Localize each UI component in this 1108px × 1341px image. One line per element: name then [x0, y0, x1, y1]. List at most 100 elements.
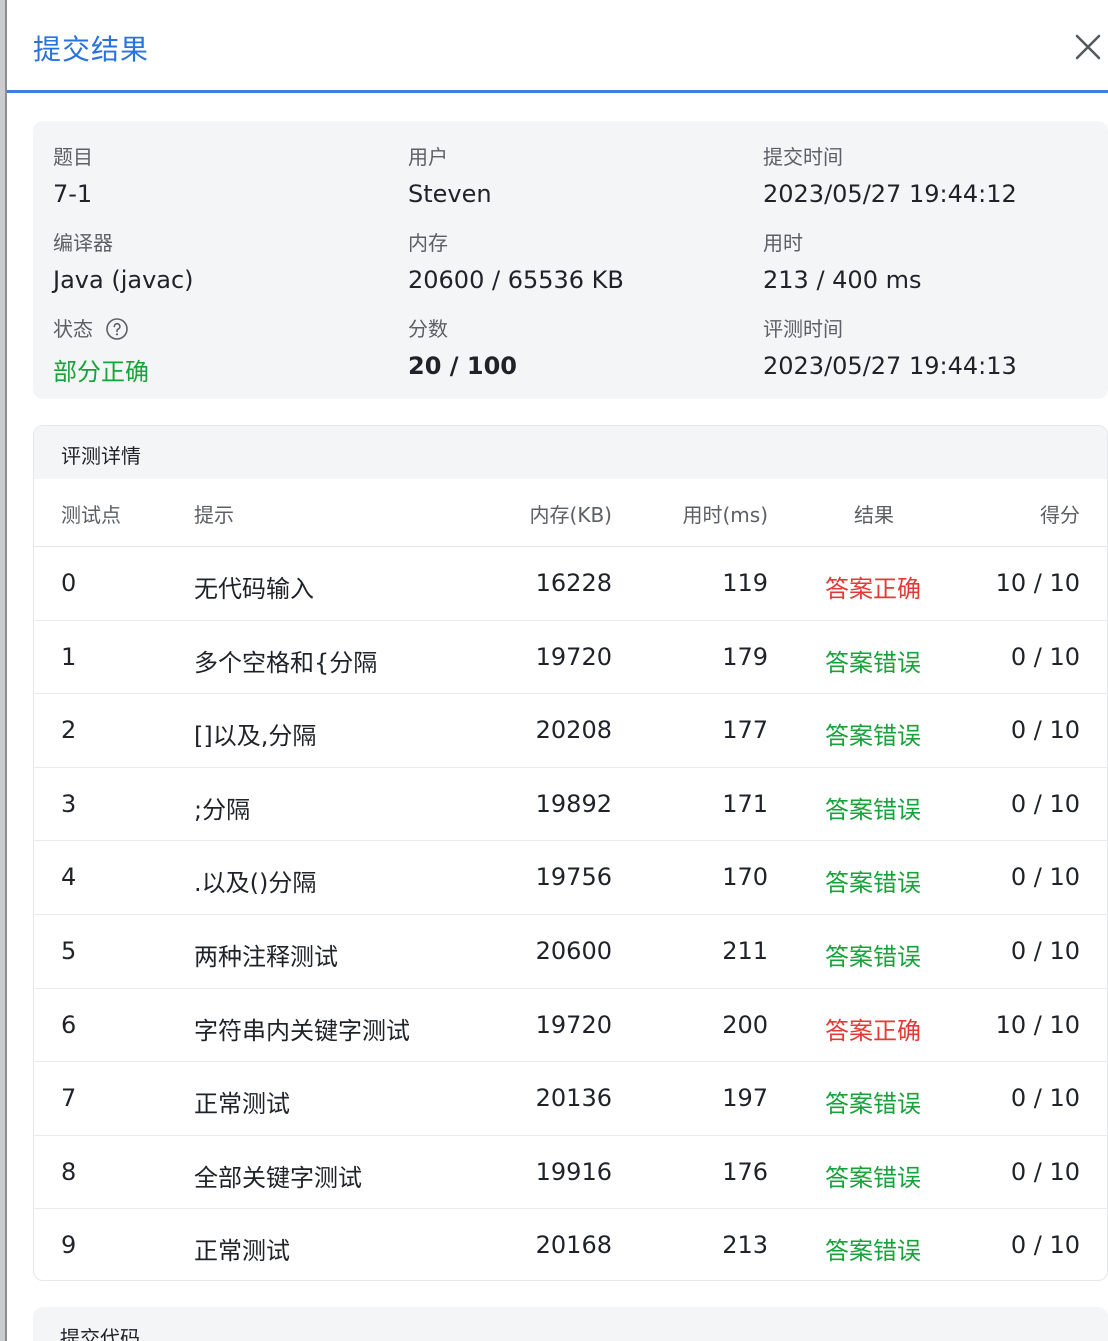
testcase-index: 4	[61, 863, 77, 892]
score-field: 分数 20 / 100	[408, 313, 517, 380]
status-label: 状态	[53, 317, 93, 341]
testcase-time: 119	[722, 569, 768, 597]
judge-time-field: 评测时间 2023/05/27 19:44:13	[763, 313, 1017, 380]
testcase-index: 9	[61, 1231, 77, 1260]
status-label-row: 状态	[53, 313, 149, 342]
status-field: 状态 部分正确	[53, 313, 149, 387]
testcase-score: 10 / 10	[995, 1010, 1080, 1039]
testcase-result: 答案错误	[825, 648, 921, 677]
judge-details-panel: 评测详情 测试点 提示 内存(KB) 用时(ms) 结果 得分 0 无代码输入 16…	[33, 425, 1108, 1281]
testcase-hint: .以及()分隔	[194, 869, 317, 898]
testcase-score: 0 / 10	[1010, 789, 1080, 818]
testcase-index: 2	[61, 716, 77, 745]
user-label: 用户	[408, 145, 448, 169]
testcase-time: 179	[722, 642, 768, 671]
testcase-time: 211	[722, 936, 768, 965]
testcase-time: 200	[722, 1010, 768, 1039]
memory-label: 内存	[408, 231, 448, 255]
submit-time-field: 提交时间 2023/05/27 19:44:12	[763, 141, 1017, 208]
testcase-result: 答案错误	[825, 942, 921, 971]
col-header-score: 得分	[1040, 503, 1080, 527]
background-overlay	[0, 0, 5, 1341]
submission-result-dialog: 提交结果 题目 7-1 用户 Steven 提交时间 2023/05/27 19…	[7, 0, 1108, 1341]
judge-time-value: 2023/05/27 19:44:13	[763, 352, 1017, 380]
table-row: 6 字符串内关键字测试 19720 200 答案正确 10 / 10	[34, 989, 1107, 1063]
memory-field: 内存 20600 / 65536 KB	[408, 227, 624, 294]
testcase-memory: 19756	[535, 863, 612, 892]
testcase-score: 0 / 10	[1010, 863, 1080, 892]
table-row: 3 ;分隔 19892 171 答案错误 0 / 10	[34, 768, 1107, 842]
score-value: 20 / 100	[408, 352, 517, 380]
col-header-memory: 内存(KB)	[529, 503, 612, 527]
dialog-header: 提交结果	[7, 0, 1108, 93]
testcase-score: 0 / 10	[1010, 1231, 1080, 1260]
dialog-title: 提交结果	[33, 33, 150, 66]
testcase-time: 170	[722, 863, 768, 892]
table-row: 0 无代码输入 16228 119 答案正确 10 / 10	[34, 547, 1107, 621]
testcase-result: 答案错误	[825, 722, 921, 751]
testcase-hint: ;分隔	[194, 795, 251, 824]
table-body: 0 无代码输入 16228 119 答案正确 10 / 10 1 多个空格和{分隔 19720 1…	[34, 547, 1107, 1280]
testcase-index: 0	[61, 569, 77, 597]
help-circle-icon[interactable]	[105, 317, 129, 341]
testcase-index: 7	[61, 1084, 77, 1113]
submitted-code-title: 提交代码	[60, 1326, 140, 1341]
testcase-hint: 正常测试	[194, 1090, 290, 1119]
testcase-score: 10 / 10	[995, 569, 1080, 597]
table-row: 7 正常测试 20136 197 答案错误 0 / 10	[34, 1062, 1107, 1136]
memory-value: 20600 / 65536 KB	[408, 266, 624, 294]
testcase-hint: 两种注释测试	[194, 942, 338, 971]
testcase-score: 0 / 10	[1010, 936, 1080, 965]
problem-label: 题目	[53, 145, 93, 169]
time-value: 213 / 400 ms	[763, 266, 922, 294]
time-field: 用时 213 / 400 ms	[763, 227, 921, 294]
table-header: 测试点 提示 内存(KB) 用时(ms) 结果 得分	[34, 479, 1107, 547]
testcase-result: 答案错误	[825, 795, 921, 824]
testcase-memory: 19720	[535, 1010, 612, 1039]
close-icon	[1075, 34, 1101, 60]
testcase-memory: 19892	[535, 789, 612, 818]
col-header-testcase: 测试点	[61, 503, 121, 527]
testcase-index: 3	[61, 789, 77, 818]
submit-time-label: 提交时间	[763, 145, 843, 169]
testcase-memory: 20600	[535, 936, 612, 965]
judge-time-label: 评测时间	[763, 317, 843, 341]
testcase-score: 0 / 10	[1010, 716, 1080, 745]
status-value: 部分正确	[53, 358, 149, 386]
submission-summary: 题目 7-1 用户 Steven 提交时间 2023/05/27 19:44:1…	[33, 121, 1108, 399]
testcase-result: 答案正确	[825, 1016, 921, 1045]
testcase-hint: 无代码输入	[194, 575, 314, 603]
table-row: 9 正常测试 20168 213 答案错误 0 / 10	[34, 1209, 1107, 1280]
close-button[interactable]	[1067, 28, 1107, 64]
testcase-result: 答案错误	[825, 1163, 921, 1192]
testcase-time: 176	[722, 1157, 768, 1186]
testcase-result: 答案错误	[825, 1090, 921, 1119]
compiler-value: Java (javac)	[53, 266, 194, 294]
table-row: 2 []以及,分隔 20208 177 答案错误 0 / 10	[34, 694, 1107, 768]
table-row: 4 .以及()分隔 19756 170 答案错误 0 / 10	[34, 841, 1107, 915]
submit-time-value: 2023/05/27 19:44:12	[763, 180, 1017, 208]
table-row: 1 多个空格和{分隔 19720 179 答案错误 0 / 10	[34, 621, 1107, 695]
score-label: 分数	[408, 317, 448, 341]
problem-value: 7-1	[53, 180, 93, 208]
testcase-time: 197	[722, 1084, 768, 1113]
col-header-time: 用时(ms)	[682, 503, 768, 527]
testcase-time: 177	[722, 716, 768, 745]
testcase-index: 8	[61, 1157, 77, 1186]
testcase-result: 答案错误	[825, 1237, 921, 1266]
time-label: 用时	[763, 231, 803, 255]
user-value: Steven	[408, 180, 492, 208]
testcase-hint: []以及,分隔	[194, 722, 317, 751]
testcase-result: 答案正确	[825, 575, 921, 603]
testcase-memory: 16228	[535, 569, 612, 597]
testcase-hint: 全部关键字测试	[194, 1163, 362, 1192]
testcase-index: 1	[61, 642, 77, 671]
compiler-label: 编译器	[53, 231, 113, 255]
testcase-memory: 20208	[535, 716, 612, 745]
testcase-index: 6	[61, 1010, 77, 1039]
testcase-result: 答案错误	[825, 869, 921, 898]
testcase-score: 0 / 10	[1010, 1157, 1080, 1186]
testcase-score: 0 / 10	[1010, 642, 1080, 671]
testcase-memory: 20136	[535, 1084, 612, 1113]
col-header-result: 结果	[854, 503, 894, 527]
